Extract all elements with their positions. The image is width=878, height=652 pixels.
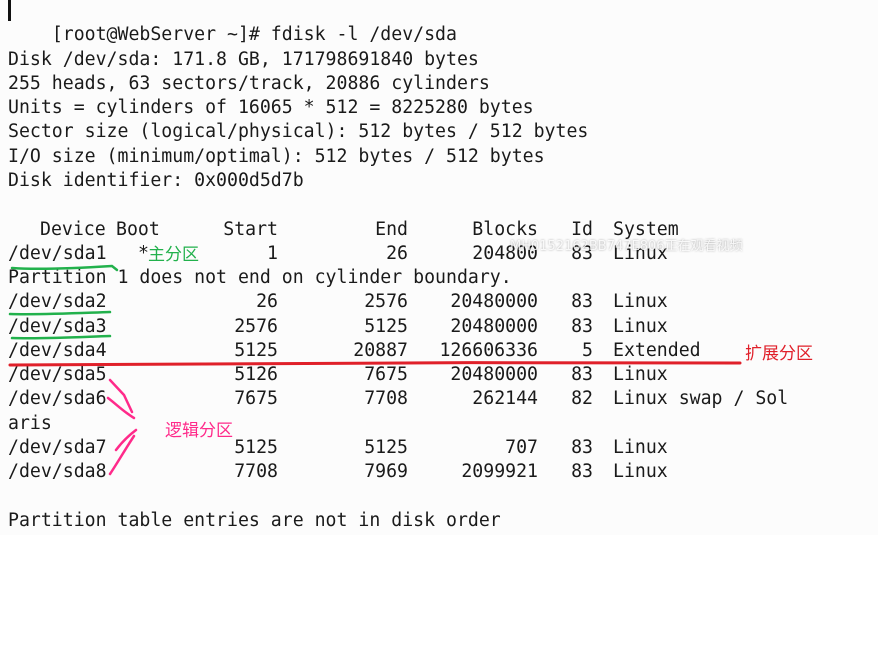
- id-cell: 82: [571, 388, 593, 409]
- blocks-cell: 126606336: [439, 340, 538, 361]
- start-cell: 2576: [234, 316, 278, 337]
- wrap-continuation: aris: [8, 413, 52, 434]
- end-cell: 2576: [364, 291, 408, 312]
- end-cell: 7675: [364, 364, 408, 385]
- id-cell: 83: [571, 437, 593, 458]
- end-cell: 7969: [364, 461, 408, 482]
- blocks-cell: 262144: [472, 388, 538, 409]
- geometry-line: 255 heads, 63 sectors/track, 20886 cylin…: [8, 73, 490, 94]
- blocks-cell: 20480000: [450, 291, 538, 312]
- blocks-cell: 20480000: [450, 364, 538, 385]
- extended-partition-label: 扩展分区: [745, 344, 813, 364]
- system-cell: Linux: [613, 461, 668, 482]
- header-boot: Boot: [116, 219, 160, 240]
- units-line: Units = cylinders of 16065 * 512 = 82252…: [8, 97, 534, 118]
- system-cell: Extended: [613, 340, 701, 361]
- header-end: End: [375, 219, 408, 240]
- viewer-watermark: MH0152162BB747E806正在观看视频: [510, 239, 743, 254]
- command-prompt-line: [root@WebServer ~]# fdisk -l /dev/sda: [8, 0, 457, 45]
- table-row: /dev/sda7 5125 5125 707 83 Linux: [8, 436, 868, 460]
- end-cell: 7708: [364, 388, 408, 409]
- id-cell: 83: [571, 316, 593, 337]
- partition-warning: Partition 1 does not end on cylinder bou…: [8, 267, 512, 288]
- text-cursor: [8, 0, 11, 21]
- id-cell: 83: [571, 364, 593, 385]
- table-row: /dev/sda8 7708 7969 2099921 83 Linux: [8, 460, 868, 484]
- device-name: /dev/sda6: [8, 388, 107, 409]
- start-cell: 26: [256, 291, 278, 312]
- device-name: /dev/sda2: [8, 291, 107, 312]
- table-row: /dev/sda4 5125 20887 126606336 5 Extende…: [8, 339, 868, 363]
- terminal-window[interactable]: [root@WebServer ~]# fdisk -l /dev/sda Di…: [0, 0, 878, 535]
- table-row: /dev/sda3 2576 5125 20480000 83 Linux: [8, 315, 868, 339]
- disk-size-line: Disk /dev/sda: 171.8 GB, 171798691840 by…: [8, 49, 479, 70]
- start-cell: 5126: [234, 364, 278, 385]
- start-cell: 7675: [234, 388, 278, 409]
- disk-order-warning: Partition table entries are not in disk …: [8, 510, 501, 531]
- system-cell: Linux: [613, 316, 668, 337]
- system-cell: Linux swap / Sol: [613, 388, 789, 409]
- start-cell: 5125: [234, 340, 278, 361]
- table-row: /dev/sda2 26 2576 20480000 83 Linux: [8, 290, 868, 314]
- device-name: /dev/sda5: [8, 364, 107, 385]
- header-start: Start: [223, 219, 278, 240]
- device-name: /dev/sda7: [8, 437, 107, 458]
- system-cell: Linux: [613, 364, 668, 385]
- start-cell: 7708: [234, 461, 278, 482]
- end-cell: 20887: [353, 340, 408, 361]
- id-cell: 83: [571, 291, 593, 312]
- end-cell: 26: [386, 243, 408, 264]
- system-cell: Linux: [613, 291, 668, 312]
- table-row: /dev/sda6 7675 7708 262144 82 Linux swap…: [8, 387, 868, 411]
- primary-partition-label: 主分区: [148, 245, 199, 265]
- id-cell: 83: [571, 461, 593, 482]
- end-cell: 5125: [364, 316, 408, 337]
- id-cell: 5: [582, 340, 593, 361]
- command-prompt: [root@WebServer ~]# fdisk -l /dev/sda: [51, 24, 457, 45]
- sector-size-line: Sector size (logical/physical): 512 byte…: [8, 121, 589, 142]
- header-device: Device: [40, 219, 106, 240]
- start-cell: 1: [267, 243, 278, 264]
- logical-partition-label: 逻辑分区: [165, 421, 233, 441]
- device-name: /dev/sda8: [8, 461, 107, 482]
- disk-identifier-line: Disk identifier: 0x000d5d7b: [8, 170, 304, 191]
- device-name: /dev/sda1: [8, 243, 107, 264]
- end-cell: 5125: [364, 437, 408, 458]
- io-size-line: I/O size (minimum/optimal): 512 bytes / …: [8, 146, 545, 167]
- blocks-cell: 707: [505, 437, 538, 458]
- device-name: /dev/sda3: [8, 316, 107, 337]
- device-name: /dev/sda4: [8, 340, 107, 361]
- blocks-cell: 20480000: [450, 316, 538, 337]
- system-cell: Linux: [613, 437, 668, 458]
- blocks-cell: 2099921: [461, 461, 538, 482]
- table-row: /dev/sda5 5126 7675 20480000 83 Linux: [8, 363, 868, 387]
